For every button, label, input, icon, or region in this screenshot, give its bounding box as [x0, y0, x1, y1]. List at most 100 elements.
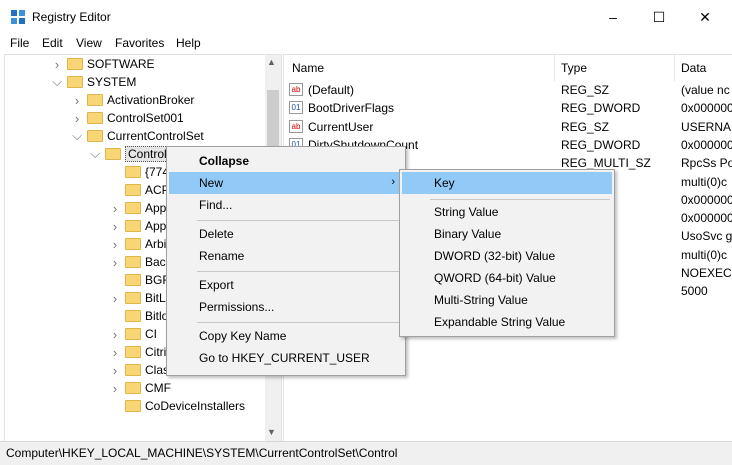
tree-item[interactable]: › Arbi: [109, 235, 167, 253]
tree-item-label: CMF: [145, 381, 171, 395]
chevron-right-icon[interactable]: ›: [71, 93, 83, 108]
menu-item-label: QWORD (64-bit) Value: [434, 271, 556, 285]
tree-item[interactable]: › App: [109, 199, 167, 217]
tree-item-label: BitL: [145, 291, 166, 305]
chevron-down-icon[interactable]: ⌵: [89, 146, 101, 162]
chevron-right-icon[interactable]: ›: [71, 111, 83, 126]
chevron-right-icon[interactable]: ›: [109, 363, 121, 378]
menu-item-go-to-hkey-current-user[interactable]: Go to HKEY_CURRENT_USER: [169, 347, 403, 369]
menu-item-delete[interactable]: Delete: [169, 223, 403, 245]
menu-item-label: Copy Key Name: [199, 329, 287, 343]
new-item-binary-value[interactable]: Binary Value: [402, 223, 612, 245]
column-header-data[interactable]: Data: [681, 61, 706, 75]
tree-item[interactable]: › BitL: [109, 289, 166, 307]
menu-bar: File Edit View Favorites Help: [0, 34, 732, 53]
close-button[interactable]: ✕: [682, 0, 728, 34]
folder-icon: [125, 166, 141, 178]
list-item[interactable]: ab (Default) REG_SZ (value nc: [284, 81, 732, 99]
column-header-name[interactable]: Name: [292, 61, 324, 75]
tree-item[interactable]: › SOFTWARE: [51, 55, 155, 73]
status-bar: Computer\HKEY_LOCAL_MACHINE\SYSTEM\Curre…: [0, 441, 732, 465]
chevron-right-icon[interactable]: ›: [109, 381, 121, 396]
folder-icon: [125, 382, 141, 394]
menu-favorites[interactable]: Favorites: [115, 36, 164, 50]
menu-view[interactable]: View: [76, 36, 102, 50]
window-title: Registry Editor: [32, 10, 111, 24]
value-data: NOEXEC: [681, 266, 732, 280]
menu-item-copy-key-name[interactable]: Copy Key Name: [169, 325, 403, 347]
string-value-icon: ab: [289, 83, 303, 96]
chevron-right-icon[interactable]: ›: [109, 327, 121, 342]
tree-item[interactable]: › Clas: [109, 361, 169, 379]
menu-item-find[interactable]: Find...: [169, 194, 403, 216]
maximize-button[interactable]: ☐: [636, 0, 682, 34]
tree-item[interactable]: › ActivationBroker: [71, 91, 195, 109]
chevron-down-icon[interactable]: ⌵: [51, 74, 63, 90]
chevron-right-icon[interactable]: ›: [109, 291, 121, 306]
tree-item[interactable]: ⌵ Control: [89, 145, 170, 163]
new-item-expandable-string-value[interactable]: Expandable String Value: [402, 311, 612, 333]
tree-item[interactable]: › CMF: [109, 379, 171, 397]
new-item-string-value[interactable]: String Value: [402, 201, 612, 223]
list-item[interactable]: 01 BootDriverFlags REG_DWORD 0x000000: [284, 99, 732, 117]
value-data: USERNAN: [681, 119, 732, 134]
menu-item-rename[interactable]: Rename: [169, 245, 403, 267]
menu-separator: [430, 199, 610, 200]
menu-help[interactable]: Help: [176, 36, 201, 50]
scroll-down-icon[interactable]: ▼: [267, 427, 276, 437]
tree-item[interactable]: ⌵ SYSTEM: [51, 73, 136, 91]
chevron-right-icon[interactable]: ›: [109, 237, 121, 252]
menu-item-label: New: [199, 176, 224, 190]
value-data: (value nc: [681, 83, 730, 97]
tree-item-label: ControlSet001: [107, 111, 184, 125]
folder-icon: [87, 94, 103, 106]
tree-item[interactable]: BGF: [109, 271, 170, 289]
chevron-right-icon[interactable]: ›: [109, 201, 121, 216]
value-name: (Default): [308, 83, 355, 97]
chevron-down-icon[interactable]: ⌵: [71, 128, 83, 144]
new-item-qword-64-bit-value[interactable]: QWORD (64-bit) Value: [402, 267, 612, 289]
chevron-right-icon[interactable]: ›: [109, 345, 121, 360]
tree-item[interactable]: CoDeviceInstallers: [109, 397, 245, 415]
tree-item-label: Control: [125, 146, 170, 162]
chevron-right-icon[interactable]: ›: [51, 57, 63, 72]
menu-item-export[interactable]: Export: [169, 274, 403, 296]
column-divider[interactable]: [674, 55, 675, 81]
menu-item-permissions[interactable]: Permissions...: [169, 296, 403, 318]
menu-item-label: Go to HKEY_CURRENT_USER: [199, 351, 370, 365]
folder-icon: [125, 256, 141, 268]
tree-item[interactable]: › ControlSet001: [71, 109, 184, 127]
list-item[interactable]: ab CurrentUser REG_SZ USERNAN: [284, 118, 732, 136]
chevron-right-icon[interactable]: ›: [109, 255, 121, 270]
column-divider[interactable]: [554, 55, 555, 81]
column-header-type[interactable]: Type: [561, 61, 587, 75]
menu-item-label: Rename: [199, 249, 245, 263]
scroll-up-icon[interactable]: ▲: [267, 57, 276, 67]
menu-item-new[interactable]: New ›: [169, 172, 403, 194]
menu-item-label: Expandable String Value: [434, 315, 566, 329]
new-item-dword-32-bit-value[interactable]: DWORD (32-bit) Value: [402, 245, 612, 267]
minimize-button[interactable]: –: [590, 0, 636, 34]
folder-icon: [125, 184, 141, 196]
tree-item[interactable]: ACP: [109, 181, 170, 199]
chevron-right-icon[interactable]: ›: [109, 219, 121, 234]
value-data: 0x000000: [681, 137, 732, 152]
new-item-multi-string-value[interactable]: Multi-String Value: [402, 289, 612, 311]
new-item-key[interactable]: Key: [402, 172, 612, 194]
tree-item-label: Arbi: [145, 237, 167, 251]
tree-item[interactable]: Bitlo: [109, 307, 168, 325]
tree-item-label: App: [145, 219, 167, 233]
tree-item[interactable]: › Citri: [109, 343, 167, 361]
tree-item[interactable]: › CI: [109, 325, 157, 343]
tree-item[interactable]: › App: [109, 217, 167, 235]
folder-icon: [125, 310, 141, 322]
folder-icon: [67, 58, 83, 70]
submenu-arrow-icon: ›: [391, 176, 395, 188]
menu-item-collapse[interactable]: Collapse: [169, 150, 403, 172]
tree-item[interactable]: ⌵ CurrentControlSet: [71, 127, 204, 145]
tree-item-label: Bacl: [145, 255, 169, 269]
tree-item[interactable]: › Bacl: [109, 253, 169, 271]
menu-edit[interactable]: Edit: [42, 36, 63, 50]
folder-icon: [125, 328, 141, 340]
menu-file[interactable]: File: [10, 36, 29, 50]
